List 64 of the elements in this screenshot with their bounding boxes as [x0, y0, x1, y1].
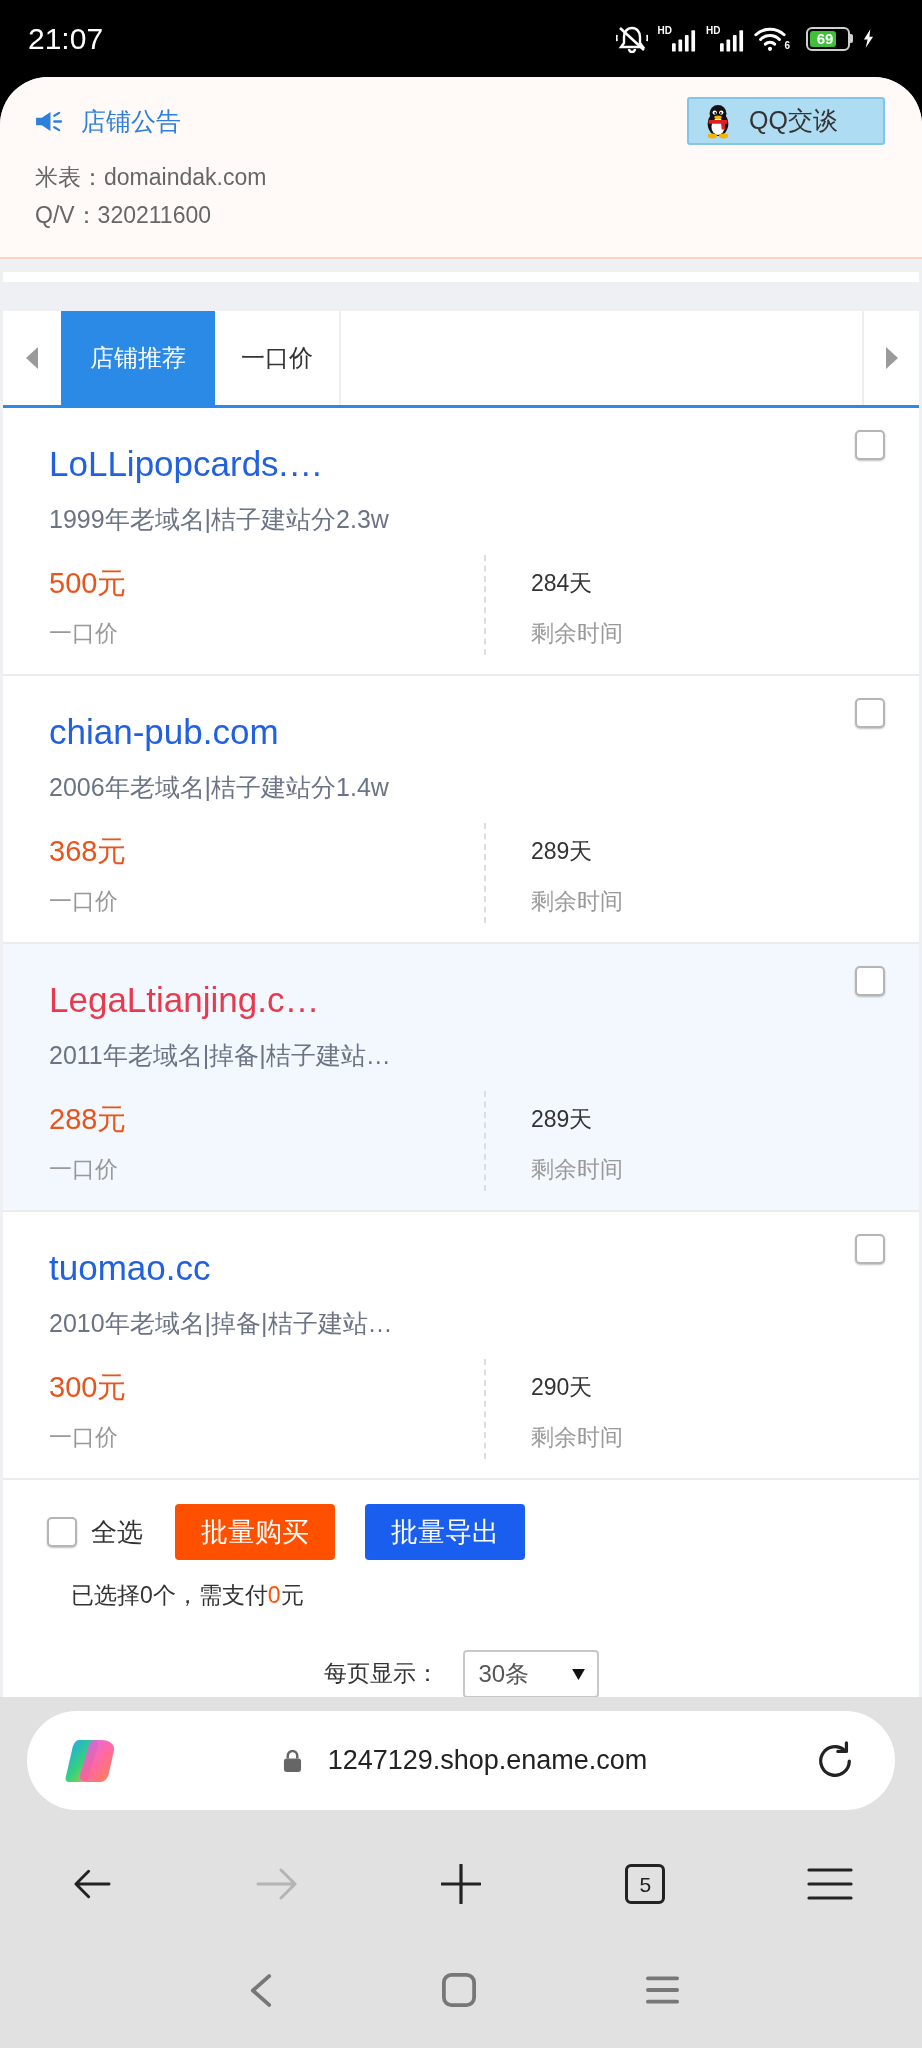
- price-label: 一口价: [49, 1423, 118, 1452]
- clock-time: 21:07: [28, 23, 104, 54]
- price: 288元: [49, 1102, 127, 1137]
- wifi-icon: [754, 26, 787, 51]
- qq-chat-button[interactable]: QQ交谈: [687, 97, 885, 145]
- page-size-dropdown[interactable]: 30条: [462, 1650, 599, 1697]
- price-label: 一口价: [49, 619, 118, 648]
- price: 368元: [49, 834, 127, 869]
- back-chevron-icon[interactable]: [249, 1973, 272, 2007]
- listing-checkbox[interactable]: [855, 1234, 885, 1264]
- domain-description: 2006年老域名|桔子建站分1.4w: [49, 772, 389, 803]
- network-type-label: HD: [657, 26, 672, 36]
- domain-link[interactable]: LoLLipopcards.…: [49, 442, 324, 486]
- domain-description: 2011年老域名|掉备|桔子建站…: [49, 1040, 391, 1071]
- lock-icon: [282, 1749, 302, 1772]
- multicolor-logo-icon[interactable]: [65, 1737, 115, 1784]
- dropdown-triangle-icon: [571, 1668, 585, 1680]
- signal-bars-icon: [672, 29, 696, 52]
- left-triangle-icon: [26, 347, 38, 369]
- wifi-standard-label: 6: [784, 41, 790, 51]
- listing-checkbox[interactable]: [855, 430, 885, 460]
- tab-count-button[interactable]: 5: [625, 1864, 666, 1904]
- domain-link[interactable]: chian-pub.com: [49, 710, 279, 754]
- price-label: 一口价: [49, 1155, 118, 1184]
- price: 300元: [49, 1370, 127, 1405]
- remaining-days: 290天: [531, 1367, 593, 1407]
- notice-title: 店铺公告: [81, 108, 181, 134]
- url-text: 1247129.shop.ename.com: [327, 1744, 648, 1778]
- listing-checkbox[interactable]: [855, 698, 885, 728]
- plus-icon[interactable]: [441, 1864, 481, 1904]
- address-bar[interactable]: 1247129.shop.ename.com: [27, 1711, 895, 1810]
- tab[interactable]: 店铺推荐: [61, 311, 215, 405]
- menu-icon[interactable]: [806, 1867, 853, 1901]
- select-all-checkbox[interactable]: [47, 1517, 77, 1547]
- remaining-days: 284天: [531, 563, 593, 603]
- back-arrow-icon[interactable]: [73, 1869, 111, 1899]
- remaining-label: 剩余时间: [531, 1155, 623, 1184]
- domain-link[interactable]: LegaLtianjing.c…: [49, 978, 320, 1022]
- notice-text: 米表：domaindak.com: [35, 163, 268, 192]
- select-all-label: 全选: [91, 1515, 143, 1549]
- muted-bell-icon: [615, 24, 648, 53]
- battery-percentage: 69: [815, 29, 835, 49]
- domain-description: 2010年老域名|掉备|桔子建站…: [49, 1308, 393, 1339]
- remaining-days: 289天: [531, 831, 593, 871]
- selection-summary: 已选择0个，需支付0元: [71, 1581, 304, 1610]
- remaining-label: 剩余时间: [531, 1423, 623, 1452]
- charging-bolt-icon: [863, 29, 874, 48]
- domain-listing-card[interactable]: LegaLtianjing.c… 2011年老域名|掉备|桔子建站… 288元 一口价 289天 剩余时间: [3, 944, 919, 1212]
- listing-checkbox[interactable]: [855, 966, 885, 996]
- speaker-icon: [35, 109, 64, 133]
- page-size-label: 每页显示：: [323, 1659, 439, 1688]
- right-triangle-icon: [885, 347, 898, 369]
- remaining-label: 剩余时间: [531, 619, 623, 648]
- price-label: 一口价: [49, 887, 118, 916]
- home-square-icon[interactable]: [442, 1973, 476, 2007]
- price: 500元: [49, 566, 127, 601]
- network-type-label: HD: [706, 26, 721, 36]
- domain-link[interactable]: tuomao.cc: [49, 1246, 211, 1290]
- signal-bars-icon: [720, 29, 745, 52]
- remaining-label: 剩余时间: [531, 887, 623, 916]
- remaining-days: 289天: [531, 1099, 593, 1139]
- bulk-export-button[interactable]: 批量导出: [365, 1504, 525, 1560]
- notice-text: Q/V：320211600: [35, 201, 213, 230]
- domain-description: 1999年老域名|桔子建站分2.3w: [49, 504, 389, 535]
